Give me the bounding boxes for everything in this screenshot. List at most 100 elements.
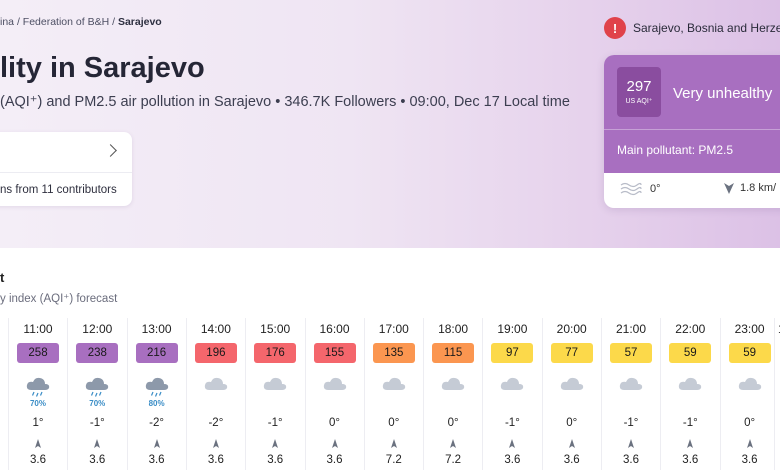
forecast-hour-column: 14:00 196 -2° 3.6 (185, 318, 245, 470)
aqi-unit: US AQI⁺ (625, 98, 653, 105)
contributors-text: ns from 11 contributors (0, 184, 117, 196)
location-label: Sarajevo, Bosnia and Herzeg (633, 21, 780, 35)
contributors-card[interactable]: ns from 11 contributors (0, 132, 132, 206)
forecast-hour-column: 23:00 59 0° 3.6 (719, 318, 779, 470)
forecast-wind-speed: 3.6 (326, 454, 343, 466)
forecast-aqi-badge: 59 (728, 343, 771, 363)
wind-arrow-icon (450, 439, 457, 448)
breadcrumb-region[interactable]: Federation of B&H (23, 16, 109, 28)
current-wind-value: 1.8 km/ (740, 182, 777, 194)
forecast-time: 15:00 (260, 322, 291, 336)
cloud-icon (382, 377, 405, 390)
forecast-hour-column: 17:00 135 0° 7.2 (363, 318, 423, 470)
current-temperature: 0° (620, 182, 661, 196)
forecast-wind-speed: 3.6 (267, 454, 284, 466)
forecast-rain-chance: 70% (89, 399, 106, 408)
cloud-icon (323, 377, 346, 390)
forecast-time: 21:00 (615, 322, 647, 336)
breadcrumb-country[interactable]: ina (0, 16, 14, 28)
forecast-hour-column: 21:00 57 -1° 3.6 (601, 318, 660, 470)
forecast-aqi-badge: 216 (135, 343, 178, 363)
forecast-aqi-badge: 258 (17, 343, 59, 363)
aqi-value-box: 297 US AQI⁺ (617, 67, 661, 117)
forecast-time: 13:00 (141, 322, 172, 336)
forecast-hour-column: 12:00 238 70% -1° 3.6 (67, 318, 126, 470)
hourly-forecast: 1 11:0025870%1°3.612:0023870%-1°3.613:00… (0, 318, 780, 470)
forecast-hour-column: 18:00 115 0° 7.2 (423, 318, 482, 470)
cloud-icon (264, 377, 287, 390)
forecast-hour-column: 20:00 77 0° 3.6 (541, 318, 601, 470)
page-title: lity in Sarajevo (0, 52, 205, 84)
forecast-time: 14:00 (200, 322, 231, 336)
breadcrumb-separator: / (112, 16, 116, 28)
forecast-temperature: -2° (149, 417, 164, 429)
forecast-hour-column: 22:00 59 -1° 3.6 (660, 318, 719, 470)
wind-arrow-icon (153, 439, 160, 448)
card-divider (0, 172, 132, 173)
forecast-temperature: -1° (682, 417, 698, 429)
page-subtitle: (AQI⁺) and PM2.5 air pollution in Saraje… (0, 94, 570, 110)
forecast-wind-speed: 3.6 (148, 454, 165, 466)
fog-icon (620, 182, 642, 196)
wind-arrow-icon (746, 439, 753, 448)
forecast-hour-column: 11:00 258 70% 1° 3.6 (8, 318, 67, 470)
cloud-icon (738, 377, 761, 390)
forecast-hour-column: 15:00 176 -1° 3.6 (245, 318, 304, 470)
rain-cloud-icon (26, 377, 50, 397)
forecast-wind-speed: 3.6 (682, 454, 699, 466)
cloud-icon (619, 377, 643, 390)
location-selector[interactable]: ! Sarajevo, Bosnia and Herzeg (604, 16, 780, 40)
forecast-temperature: 0° (744, 417, 756, 429)
wind-arrow-icon (94, 439, 101, 448)
forecast-time: 18:00 (438, 322, 469, 336)
alert-icon: ! (604, 17, 626, 39)
current-temp-value: 0° (650, 183, 661, 195)
cloud-icon (441, 377, 465, 390)
forecast-aqi-badge: 77 (550, 343, 593, 363)
cloud-icon (501, 377, 524, 390)
forecast-temperature: -2° (208, 417, 224, 429)
cloud-icon (679, 377, 702, 390)
forecast-temperature: -1° (89, 417, 105, 429)
forecast-temperature: -1° (623, 417, 639, 429)
forecast-time: 17:00 (378, 322, 409, 336)
forecast-aqi-badge: 97 (491, 343, 534, 363)
forecast-aqi-badge: 59 (669, 343, 712, 363)
forecast-aqi-badge: 238 (76, 343, 119, 363)
aqi-status: Very unhealthy (673, 85, 773, 102)
wind-arrow-icon (628, 439, 634, 448)
forecast-aqi-badge: 196 (194, 343, 237, 363)
forecast-wind-speed: 7.2 (385, 454, 402, 466)
forecast-temperature: -1° (504, 417, 520, 429)
rain-cloud-icon (145, 377, 168, 397)
forecast-temperature: 0° (329, 417, 340, 429)
aqi-card-header: 297 US AQI⁺ Very unhealthy Main pollutan… (604, 55, 780, 173)
wind-direction-icon (724, 182, 734, 194)
wind-arrow-icon (331, 439, 338, 448)
forecast-hour-column: 13:00 216 80% -2° 3.6 (126, 318, 186, 470)
forecast-wind-speed: 3.6 (207, 454, 224, 466)
aqi-summary-card: 297 US AQI⁺ Very unhealthy Main pollutan… (604, 55, 780, 208)
wind-arrow-icon (272, 439, 279, 448)
aqi-card-divider (604, 129, 780, 130)
cloud-icon (204, 377, 228, 390)
forecast-temperature: 1° (32, 417, 44, 429)
wind-arrow-icon (212, 439, 219, 448)
chevron-right-icon (104, 144, 117, 157)
forecast-temperature: -1° (267, 417, 283, 429)
forecast-wind-speed: 3.6 (30, 454, 46, 466)
rain-cloud-icon (86, 377, 109, 397)
forecast-aqi-badge: 115 (432, 343, 475, 363)
forecast-aqi-badge: 155 (313, 343, 356, 363)
forecast-wind-speed: 3.6 (741, 454, 758, 466)
wind-arrow-icon (509, 439, 516, 448)
forecast-title: t (0, 270, 5, 285)
forecast-aqi-badge: 135 (372, 343, 415, 363)
wind-arrow-icon (687, 439, 694, 448)
forecast-wind-speed: 3.6 (89, 454, 106, 466)
forecast-wind-speed: 3.6 (623, 454, 639, 466)
breadcrumb: ina / Federation of B&H / Sarajevo (0, 16, 162, 30)
forecast-aqi-badge: 176 (254, 343, 297, 363)
current-wind: 1.8 km/ (724, 182, 776, 194)
forecast-time: 12:00 (82, 322, 113, 336)
